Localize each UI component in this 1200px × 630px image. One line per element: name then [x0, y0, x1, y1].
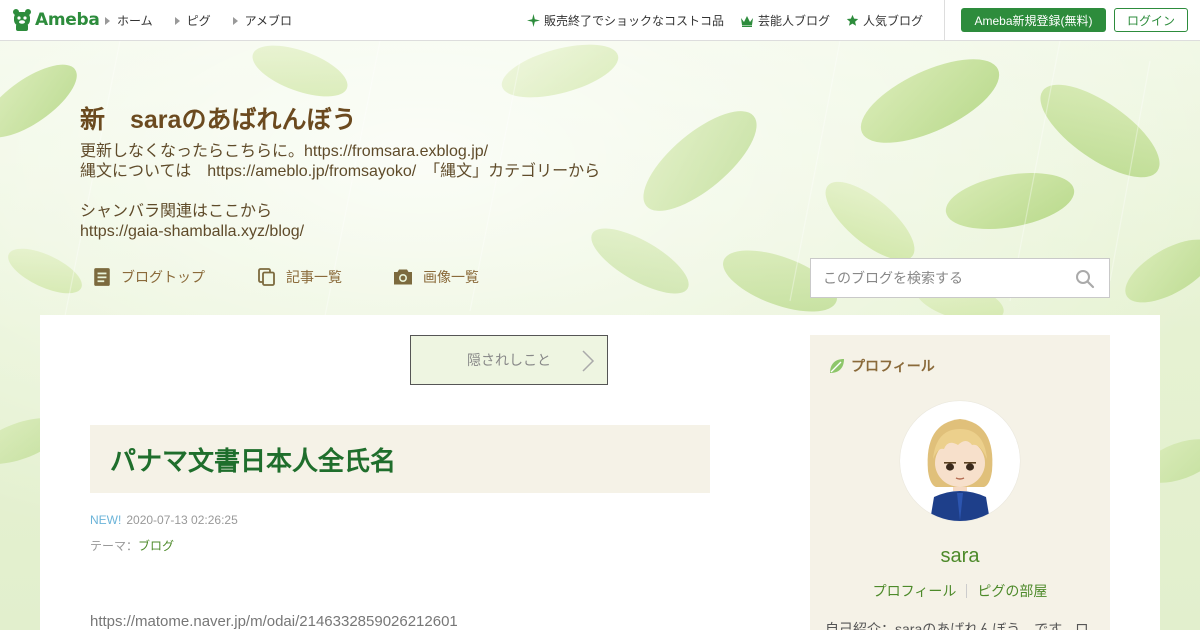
topic-nav: 販売終了でショックなコストコ品 芸能人ブログ 人気ブログ — [527, 12, 923, 29]
register-button[interactable]: Ameba新規登録(無料) — [961, 8, 1106, 32]
search-icon[interactable] — [1075, 269, 1095, 289]
nav-ameblo-label: アメブロ — [244, 14, 293, 28]
profile-name[interactable]: sara — [810, 545, 1110, 568]
global-nav: ホーム ピグ アメブロ — [105, 12, 292, 29]
description-line: https://gaia-shamballa.xyz/blog/ — [80, 223, 305, 240]
nav-pigg-label: ピグ — [186, 14, 211, 28]
article-title-box: パナマ文書日本人全氏名 — [90, 425, 710, 493]
tab-image-list[interactable]: 画像一覧 — [393, 267, 533, 287]
login-button[interactable]: ログイン — [1114, 8, 1188, 32]
pigg-room-link[interactable]: ピグの部屋 — [977, 581, 1047, 601]
link-separator — [966, 584, 968, 598]
celebrity-blog-label: 芸能人ブログ — [758, 14, 831, 28]
logo-text: Ameba — [35, 10, 100, 30]
search-input[interactable] — [823, 270, 1063, 286]
sparkle-icon — [527, 14, 540, 27]
triangle-right-icon — [174, 16, 180, 25]
blog-search — [810, 258, 1110, 298]
description-line: 更新しなくなったらこちらに。https://fromsara.exblog.jp… — [80, 143, 489, 160]
profile-link[interactable]: プロフィール — [873, 581, 957, 601]
ameba-logo[interactable]: Ameba — [12, 7, 100, 33]
popular-blog-label: 人気ブログ — [863, 14, 924, 28]
tab-blog-top-label: ブログトップ — [121, 269, 205, 285]
theme-link[interactable]: ブログ — [138, 539, 174, 553]
tab-image-list-label: 画像一覧 — [423, 269, 479, 285]
profile-sidebar: プロフィール sara プロフィール ピグの部屋 自己紹介：saraのあばれんぼ… — [810, 335, 1110, 630]
document-icon — [94, 268, 110, 286]
profile-links: プロフィール ピグの部屋 — [810, 581, 1110, 601]
celebrity-blog-link[interactable]: 芸能人ブログ — [740, 12, 830, 29]
tab-article-list-label: 記事一覧 — [286, 269, 342, 285]
profile-heading: プロフィール — [828, 356, 935, 376]
nav-home-label: ホーム — [117, 14, 153, 28]
profile-intro: 自己紹介：saraのあばれんぼう、です。ロ — [825, 621, 1089, 630]
article-meta: NEW! 2020-07-13 02:26:25 — [90, 513, 238, 527]
nav-pigg[interactable]: ピグ — [174, 12, 211, 29]
nav-home[interactable]: ホーム — [105, 12, 153, 29]
topic-costco-link[interactable]: 販売終了でショックなコストコ品 — [527, 12, 724, 29]
article-body-link[interactable]: https://matome.naver.jp/m/odai/214633285… — [90, 613, 458, 630]
blog-tabs: ブログトップ 記事一覧 画像一覧 — [93, 267, 533, 287]
article-title[interactable]: パナマ文書日本人全氏名 — [110, 441, 396, 478]
global-header: Ameba ホーム ピグ アメブロ 販売終了でショックなコストコ品 芸能人ブログ… — [0, 0, 1200, 41]
avatar-image — [927, 419, 993, 521]
tab-blog-top[interactable]: ブログトップ — [93, 267, 258, 287]
avatar[interactable] — [900, 401, 1020, 521]
topic-costco-label: 販売終了でショックなコストコ品 — [544, 14, 725, 28]
previous-entry-title: 隠されしこと — [467, 352, 551, 368]
triangle-right-icon — [232, 16, 238, 25]
camera-icon — [394, 269, 412, 285]
header-divider — [944, 0, 945, 41]
crown-icon — [741, 15, 754, 27]
triangle-right-icon — [105, 16, 110, 25]
new-badge: NEW! — [90, 513, 122, 527]
popular-blog-link[interactable]: 人気ブログ — [846, 12, 923, 29]
nav-ameblo[interactable]: アメブロ — [232, 12, 293, 29]
previous-entry-link[interactable]: 隠されしこと — [410, 335, 608, 385]
description-line: 縄文については https://ameblo.jp/fromsayoko/ 「縄… — [80, 163, 601, 180]
article-datetime: 2020-07-13 02:26:25 — [126, 513, 238, 527]
star-icon — [846, 14, 859, 26]
ameba-mascot-icon — [13, 9, 31, 31]
main-content: 隠されしこと パナマ文書日本人全氏名 NEW! 2020-07-13 02:26:… — [40, 315, 1160, 630]
theme-label: テーマ： — [90, 539, 139, 553]
tab-article-list[interactable]: 記事一覧 — [258, 267, 393, 287]
blog-title[interactable]: 新 saraのあばれんぼう — [80, 100, 356, 136]
description-line: シャンバラ関連はここから — [80, 203, 273, 220]
profile-heading-label: プロフィール — [851, 358, 935, 374]
leaf-icon — [830, 359, 844, 373]
chevron-right-icon — [582, 350, 595, 372]
description-line — [80, 182, 600, 202]
blog-description: 更新しなくなったらこちらに。https://fromsara.exblog.jp… — [80, 142, 600, 242]
copy-icon — [258, 268, 275, 286]
article-theme: テーマ：ブログ — [90, 537, 174, 554]
